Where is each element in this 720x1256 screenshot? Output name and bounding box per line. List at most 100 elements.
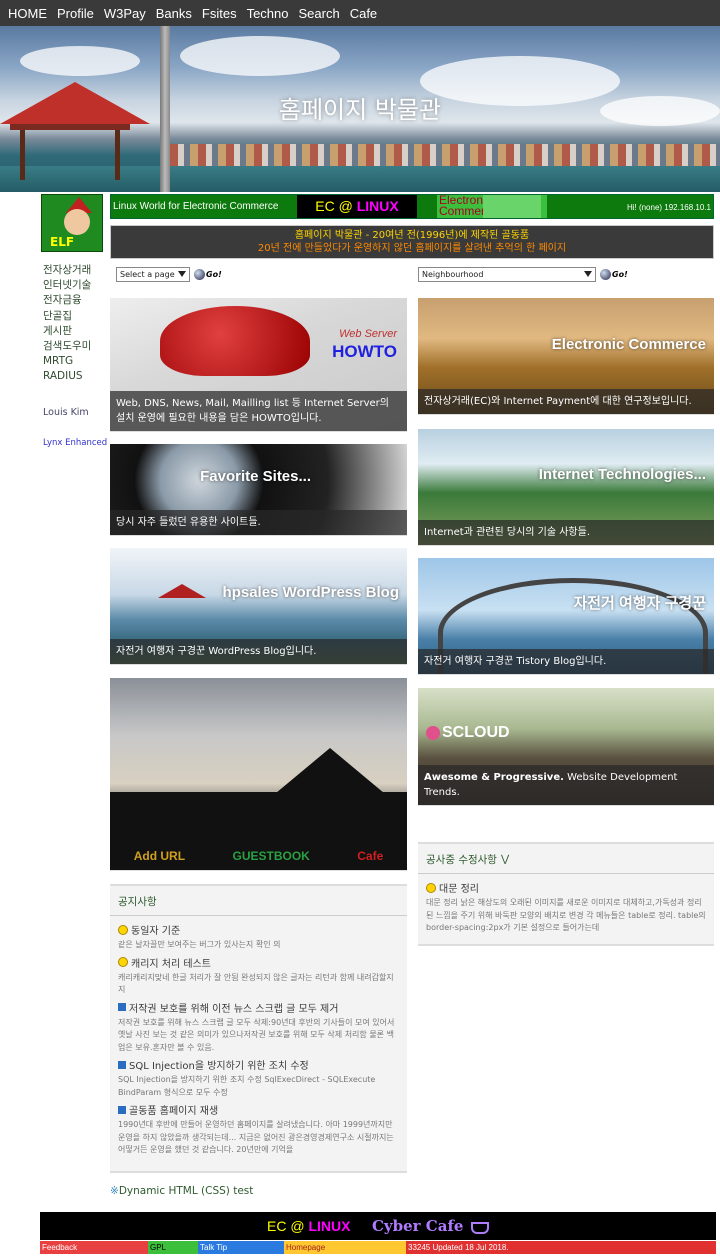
card-favorite-sites[interactable]: Favorite Sites... 당시 자주 들렀던 유용한 사이트들.	[110, 444, 407, 536]
dhtml-label: Dynamic HTML (CSS) test	[118, 1185, 254, 1197]
card-guestbook[interactable]: Add URL GUESTBOOK Cafe	[110, 678, 407, 871]
add-url-link[interactable]: Add URL	[134, 849, 185, 863]
page-select[interactable]: Select a page	[116, 266, 190, 282]
card-scloud[interactable]: SCLOUD Awesome & Progressive. Website De…	[418, 688, 714, 806]
card-title: Internet Technologies...	[538, 466, 706, 483]
card-wordpress-blog[interactable]: hpsales WordPress Blog 자전거 여행자 구경꾼 WordP…	[110, 548, 407, 665]
coffee-cup-icon	[470, 1222, 489, 1234]
nav-home[interactable]: HOME	[8, 6, 47, 21]
banner-linux: LINUX	[356, 198, 399, 214]
author-link[interactable]: Louis Kim	[43, 405, 109, 420]
cloud-icon	[426, 726, 440, 740]
smile-icon	[118, 924, 128, 935]
smile-icon	[118, 957, 128, 967]
notice-item-title[interactable]: 캐리지 처리 테스트	[118, 955, 399, 970]
updates-heading-row: 공사중 수정사항 ⋁	[418, 844, 714, 874]
notice-title: 동일자 기준	[131, 926, 181, 937]
sidebar-item-e-finance[interactable]: 전자금융	[43, 293, 109, 308]
nav-profile[interactable]: Profile	[57, 6, 94, 21]
notice-item-title[interactable]: 저작권 보호를 위해 이전 뉴스 스크랩 글 모두 제거	[118, 1000, 399, 1015]
banner-at: @	[338, 198, 353, 214]
banner-host: Hi! (none) 192.168.10.1	[626, 203, 711, 212]
red-cap-shape	[160, 306, 310, 376]
footer-banner[interactable]: EC @ LINUX Cyber Cafe	[40, 1212, 716, 1240]
smile-icon	[426, 882, 436, 893]
card-caption: 당시 자주 들렀던 유용한 사이트들.	[110, 510, 407, 535]
sidebar-item-favorites[interactable]: 단골집	[43, 309, 109, 324]
guestbook-link[interactable]: GUESTBOOK	[232, 849, 309, 863]
nav-search[interactable]: Search	[299, 6, 340, 21]
update-item-title[interactable]: 대문 정리	[426, 880, 706, 895]
sidebar: 전자상거래 인터넷기술 전자금융 단골집 게시판 검색도우미 MRTG RADI…	[43, 263, 109, 451]
nav-techno[interactable]: Techno	[247, 6, 289, 21]
notice-title: 골동품 홈페이지 재생	[129, 1106, 219, 1117]
card-tistory-blog[interactable]: 자전거 여행자 구경꾼 자전거 여행자 구경꾼 Tistory Blog입니다.	[418, 558, 714, 675]
footer-ec-linux: EC @ LINUX	[267, 1218, 350, 1234]
globe-icon	[600, 268, 611, 280]
hero-title: 홈페이지 박물관	[278, 96, 442, 124]
card-title: hpsales WordPress Blog	[222, 584, 399, 601]
neighbour-select[interactable]: Neighbourhood	[418, 266, 596, 282]
updates-list: 대문 정리 대문 정리 낡은 해상도의 오래된 이미지를 새로운 이미지로 대체…	[418, 880, 714, 935]
museum-notice: 홈페이지 박물관 - 20여년 전(1996년)에 제작된 골동품 20년 전에…	[110, 225, 714, 259]
updates-box: 공사중 수정사항 ⋁ 대문 정리 대문 정리 낡은 해상도의 오래된 이미지를 새…	[418, 842, 714, 946]
sidebar-item-search-help[interactable]: 검색도우미	[43, 339, 109, 354]
footer-cyber-cafe: Cyber Cafe	[371, 1217, 464, 1235]
homepage-link[interactable]: Homepage	[284, 1241, 406, 1254]
howto-tag2: HOWTO	[332, 342, 397, 361]
gazebo-post	[115, 130, 120, 180]
notice-item-desc: 같은 날자끌만 보여주는 버그가 있사는지 확인 의	[118, 940, 281, 949]
dhtml-test-link[interactable]: ※Dynamic HTML (CSS) test	[110, 1185, 253, 1197]
sidebar-item-mrtg[interactable]: MRTG	[43, 354, 109, 369]
notice-title: 저작권 보호를 위해 이전 뉴스 스크랩 글 모두 제거	[129, 1003, 339, 1015]
banner-ec-linux: EC @ LINUX	[297, 195, 417, 218]
top-nav: HOME Profile W3Pay Banks Fsites Techno S…	[0, 0, 720, 26]
go-button[interactable]: Go!	[194, 268, 222, 280]
double-chevron-down-icon[interactable]: ⋁	[501, 854, 509, 865]
guestbook-bar: Add URL GUESTBOOK Cafe	[110, 842, 407, 870]
notices-box: 공지사항 동일자 기준 같은 날자끌만 보여주는 버그가 있사는지 확인 의 캐…	[110, 884, 407, 1173]
go-button[interactable]: Go!	[600, 268, 628, 280]
nav-cafe[interactable]: Cafe	[350, 6, 377, 21]
sidebar-item-ec[interactable]: 전자상거래	[43, 263, 109, 278]
page-select-value: Select a page	[120, 269, 175, 279]
lynx-link[interactable]: Lynx Enhanced	[43, 436, 109, 451]
card-title: Electronic Commerce	[551, 336, 706, 353]
talk-tip-link[interactable]: Talk Tip	[198, 1241, 284, 1254]
notice-item-title[interactable]: 동일자 기준	[118, 922, 399, 937]
notice-item-title[interactable]: SQL Injection을 방지하기 위한 조치 수정	[118, 1057, 399, 1072]
gpl-link[interactable]: GPL	[148, 1241, 198, 1254]
card-internet-technologies[interactable]: Internet Technologies... Internet과 관련된 당…	[418, 429, 714, 546]
cafe-link[interactable]: Cafe	[357, 849, 383, 863]
nav-w3pay[interactable]: W3Pay	[104, 6, 146, 21]
update-item-desc: 대문 정리 낡은 해상도의 오래된 이미지를 새로운 이미지로 대체하고,가독성…	[426, 898, 706, 932]
elf-face-icon	[64, 209, 90, 235]
card-caption: 전자상거래(EC)와 Internet Payment에 대한 연구정보입니다.	[418, 389, 714, 414]
card-electronic-commerce[interactable]: Electronic Commerce 전자상거래(EC)와 Internet …	[418, 298, 714, 415]
sidebar-item-board[interactable]: 게시판	[43, 324, 109, 339]
sidebar-item-internet-tech[interactable]: 인터넷기술	[43, 278, 109, 293]
notice-item-desc: 저작권 보호를 위해 뉴스 스크랩 글 모두 삭제:90년대 후반의 기사들이 …	[118, 1017, 395, 1052]
card-title: Favorite Sites...	[200, 468, 311, 485]
cloud-shape	[20, 46, 140, 76]
feedback-link[interactable]: Feedback	[40, 1241, 148, 1254]
notices-heading: 공지사항	[110, 886, 407, 916]
hut-silhouette	[270, 748, 390, 798]
coastal-town	[170, 144, 720, 166]
gazebo-shape	[158, 584, 206, 598]
notice-item-desc: 캐리캐리지맞네 한글 처리가 잘 안됨 완성되지 않은 글자는 리턴과 함께 내…	[118, 972, 394, 995]
sidebar-item-radius[interactable]: RADIUS	[43, 369, 109, 384]
go-label: Go!	[206, 269, 222, 279]
page-select-row: Select a page Go!	[116, 266, 222, 282]
card-caption: Web, DNS, News, Mail, Mailling list 등 In…	[110, 391, 407, 431]
elf-logo[interactable]: ELF	[41, 194, 103, 252]
notice-item-title[interactable]: 골동품 홈페이지 재생	[118, 1102, 399, 1117]
ec-linux-banner[interactable]: Linux World for Electronic Commerce EC @…	[110, 194, 714, 219]
cloud-shape	[180, 36, 340, 76]
nav-fsites[interactable]: Fsites	[202, 6, 237, 21]
updates-heading: 공사중 수정사항	[426, 854, 497, 866]
footer-ec: EC	[267, 1218, 287, 1234]
nav-banks[interactable]: Banks	[156, 6, 192, 21]
footer-at: @	[290, 1218, 305, 1234]
card-howto[interactable]: Web Server HOWTO Web, DNS, News, Mail, M…	[110, 298, 407, 432]
